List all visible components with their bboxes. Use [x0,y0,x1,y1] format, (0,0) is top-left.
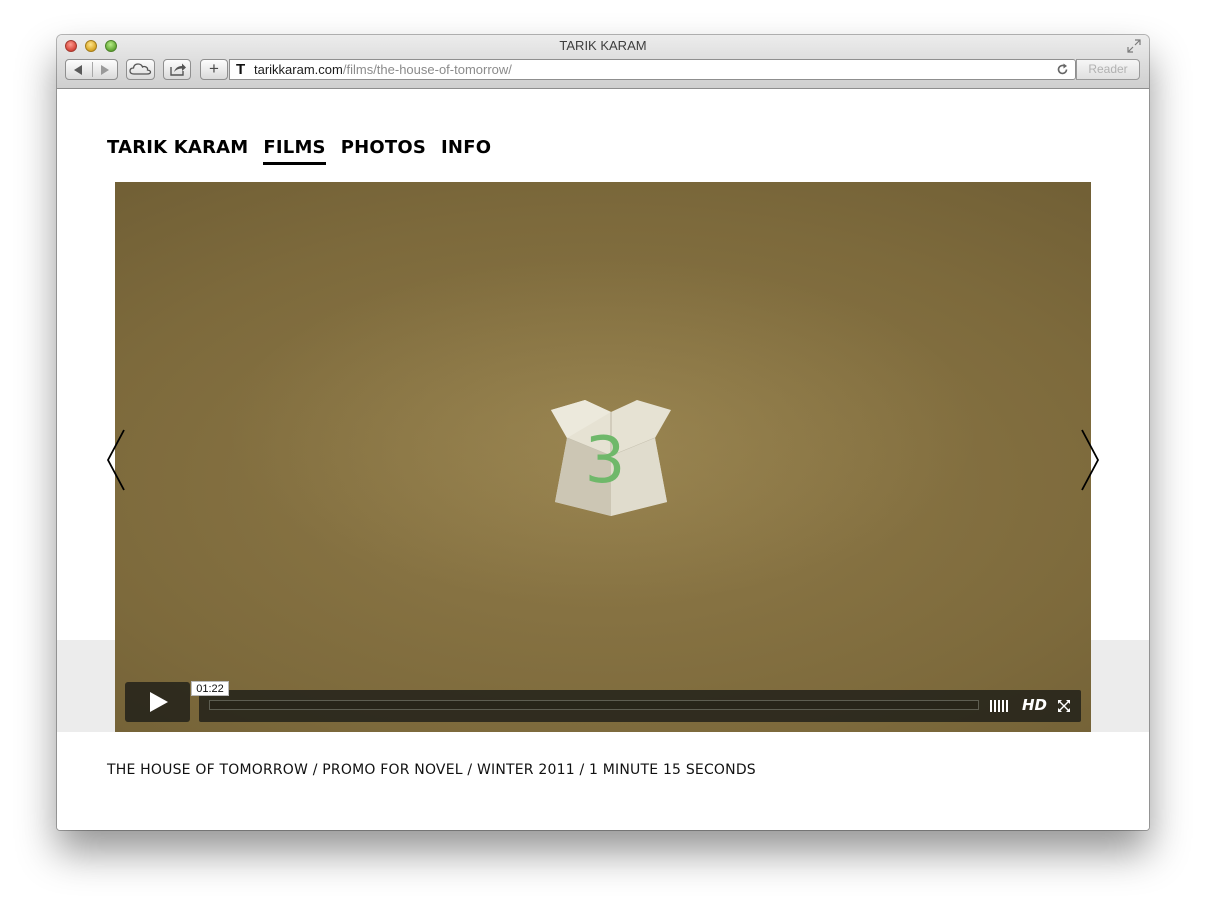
icloud-tabs-button[interactable] [126,59,155,80]
back-icon[interactable] [74,65,82,75]
play-icon [150,692,168,712]
hd-toggle[interactable]: HD [1022,696,1047,714]
nav-films[interactable]: FILMS [263,137,326,165]
url-text[interactable]: tarikkaram.com/films/the-house-of-tomorr… [254,62,512,78]
film-caption: THE HOUSE OF TOMORROW / PROMO FOR NOVEL … [107,762,756,778]
add-bookmark-button[interactable]: + [200,59,228,80]
address-bar[interactable]: T tarikkaram.com/films/the-house-of-tomo… [229,59,1076,80]
origami-fortune-teller-image: 3 [551,400,671,516]
divider [92,62,93,77]
browser-window: TARIK KARAM + T tarikkaram.com/films/the… [57,35,1149,830]
next-arrow-icon[interactable] [1078,429,1100,491]
site-nav: TARIK KARAM FILMS PHOTOS INFO [107,137,506,165]
fullscreen-icon[interactable] [1127,39,1141,53]
volume-icon[interactable] [990,700,1008,712]
site-favicon-icon: T [236,61,246,78]
forward-icon[interactable] [101,65,109,75]
play-button[interactable] [125,682,190,722]
url-path: /films/the-house-of-tomorrow/ [342,62,512,77]
share-icon [170,63,186,76]
fullscreen-expand-icon[interactable] [1057,699,1071,713]
window-title: TARIK KARAM [559,38,647,53]
web-page: TARIK KARAM FILMS PHOTOS INFO 3 HD 01:22… [57,89,1149,830]
reload-icon[interactable] [1056,63,1069,76]
nav-home[interactable]: TARIK KARAM [107,137,248,165]
nav-photos[interactable]: PHOTOS [341,137,426,165]
share-button[interactable] [163,59,191,80]
titlebar: TARIK KARAM + T tarikkaram.com/films/the… [57,35,1149,89]
back-forward-buttons [65,59,118,80]
reader-button[interactable]: Reader [1076,59,1140,80]
url-domain: tarikkaram.com [254,62,343,77]
progress-bar[interactable] [209,700,979,710]
cloud-icon [129,63,152,75]
video-player[interactable]: 3 HD 01:22 [115,182,1091,732]
video-controls-bar: HD [199,690,1081,722]
video-frame-digit: 3 [585,424,626,498]
previous-arrow-icon[interactable] [106,429,128,491]
nav-info[interactable]: INFO [441,137,491,165]
time-tooltip: 01:22 [191,681,229,696]
